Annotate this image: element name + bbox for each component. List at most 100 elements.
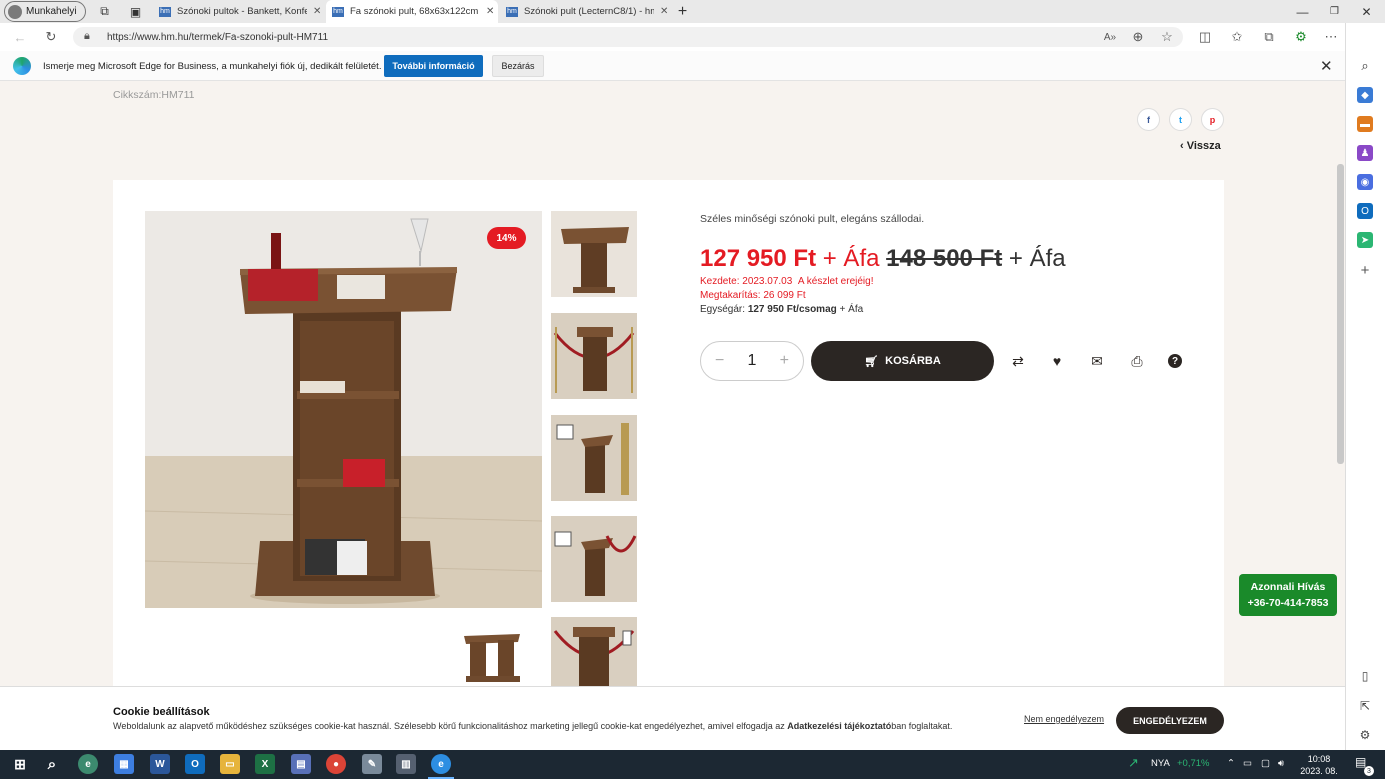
excel-icon[interactable]: X (255, 754, 275, 774)
privacy-policy-link[interactable]: Adatkezelési tájékoztató (787, 721, 891, 731)
deny-cookies-link[interactable]: Nem engedélyezem (1024, 714, 1104, 724)
print-icon[interactable]: ⎙ (1128, 352, 1146, 370)
collections-icon[interactable]: ⧉ (1259, 27, 1279, 47)
heart-icon[interactable]: ♥ (1048, 352, 1066, 370)
tray-expand-icon[interactable]: ⌃ (1227, 758, 1235, 769)
compare-icon[interactable]: ⇄ (1009, 352, 1027, 370)
call-now-box[interactable]: Azonnali Hívás +36-70-414-7853 (1239, 574, 1337, 616)
outlook-icon[interactable]: O (1357, 203, 1373, 219)
zoom-icon[interactable]: ⊕ (1128, 27, 1148, 47)
split-screen-icon[interactable]: ◫ (1195, 27, 1215, 47)
current-price: 127 950 Ft (700, 245, 817, 272)
back-icon[interactable]: ← (10, 27, 30, 47)
add-sidebar-app-icon[interactable]: + (1357, 262, 1373, 279)
thumbnail-2[interactable] (551, 313, 637, 399)
help-icon[interactable]: ? (1168, 354, 1182, 368)
quantity-value[interactable]: 1 (748, 352, 757, 370)
refresh-icon[interactable]: ↻ (41, 27, 61, 47)
more-info-button[interactable]: További információ (384, 55, 483, 77)
close-tab-icon[interactable]: ✕ (486, 6, 498, 17)
close-infobar-icon[interactable]: ✕ (1320, 57, 1333, 75)
pinterest-icon[interactable]: p (1201, 108, 1224, 131)
dismiss-button[interactable]: Bezárás (492, 55, 544, 77)
search-icon[interactable]: ⌕ (1357, 58, 1373, 74)
display-icon[interactable]: ▢ (1261, 758, 1270, 769)
back-link[interactable]: ‹ Vissza (1180, 140, 1221, 152)
facebook-icon[interactable]: f (1137, 108, 1160, 131)
accept-cookies-button[interactable]: ENGEDÉLYEZEM (1116, 707, 1224, 734)
shopping-icon[interactable]: ◆ (1357, 87, 1373, 103)
old-price: 148 500 Ft (886, 245, 1003, 272)
games-icon[interactable]: ♟ (1357, 145, 1373, 161)
office-icon[interactable]: ◉ (1357, 174, 1373, 190)
remote-app-icon[interactable]: ▤ (291, 754, 311, 774)
cookie-text-a: Weboldalunk az alapvető működéshez szüks… (113, 721, 788, 731)
word-icon[interactable]: W (150, 754, 170, 774)
thumbnail-3[interactable] (551, 415, 637, 501)
edge-app-icon[interactable]: e (78, 754, 98, 774)
volume-icon[interactable]: 🔊︎ (1278, 758, 1284, 769)
outlook-app-icon[interactable]: O (185, 754, 205, 774)
file-explorer-icon[interactable]: ▭ (220, 754, 240, 774)
promo-start-date: Kezdete: 2023.07.03 (700, 276, 793, 287)
tab-2[interactable]: hm Szónoki pult (LecternC8/1) - hm.hu ✕ (500, 0, 672, 23)
windows-start-icon[interactable]: ⊞ (10, 754, 30, 774)
tools-icon[interactable]: ▬ (1357, 116, 1373, 132)
email-icon[interactable]: ✉ (1088, 352, 1106, 370)
cookie-text-b: ban foglaltakat. (891, 721, 953, 731)
more-menu-icon[interactable]: ⋯ (1321, 27, 1341, 47)
favorite-star-icon[interactable]: ☆ (1157, 27, 1177, 47)
call-phone[interactable]: +36-70-414-7853 (1239, 595, 1337, 611)
tab-1[interactable]: hm Fa szónoki pult, 68x63x122cm (HM ✕ (326, 0, 498, 23)
promo-dates: Kezdete: 2023.07.03 A készlet erejéig! (700, 276, 873, 287)
profile-button[interactable]: Munkahelyi (4, 1, 86, 22)
close-tab-icon[interactable]: ✕ (313, 6, 325, 17)
store-icon[interactable]: ▦ (114, 754, 134, 774)
close-tab-icon[interactable]: ✕ (660, 6, 672, 17)
workspaces-icon[interactable]: ⧉ (96, 3, 113, 20)
minus-icon[interactable]: − (715, 352, 724, 370)
avatar (8, 4, 22, 19)
quantity-stepper[interactable]: − 1 + (700, 341, 804, 381)
new-tab-button[interactable]: + (674, 3, 691, 20)
twitter-icon[interactable]: t (1169, 108, 1192, 131)
external-link-icon[interactable]: ⇱ (1357, 698, 1373, 714)
product-main-image[interactable] (145, 211, 542, 608)
page-scrollbar[interactable] (1337, 164, 1344, 464)
tab-0[interactable]: hm Szónoki pultok - Bankett, Konfere ✕ (153, 0, 325, 23)
close-window-icon[interactable]: ✕ (1358, 3, 1375, 20)
url-text: https://www.hm.hu/termek/Fa-szonoki-pult… (107, 31, 329, 43)
drop-icon[interactable]: ➤ (1357, 232, 1373, 248)
thumbnail-6[interactable] (462, 632, 524, 684)
favorites-icon[interactable]: ✩ (1227, 27, 1247, 47)
url-field[interactable]: https://www.hm.hu/termek/Fa-szonoki-pult… (73, 27, 1183, 47)
utility-app-icon[interactable]: ✎ (362, 754, 382, 774)
thumbnail-1[interactable] (551, 211, 637, 297)
restore-icon[interactable]: ❐ (1326, 3, 1343, 20)
network-icon[interactable]: ▭ (1243, 758, 1252, 769)
infobar-text: Ismerje meg Microsoft Edge for Business,… (43, 61, 382, 72)
clock[interactable]: 10:08 2023. 08. 29. (1297, 753, 1341, 779)
lock-icon[interactable]: 🔒︎ (84, 30, 90, 43)
tab-actions-icon[interactable]: ▣ (127, 3, 144, 20)
edge-sidebar (1345, 23, 1385, 750)
minimize-icon[interactable]: — (1294, 3, 1311, 20)
thumbnail-4[interactable] (551, 516, 637, 602)
thumbnail-5[interactable] (551, 617, 637, 687)
sidebar-panel-icon[interactable]: ▯ (1357, 668, 1373, 684)
extension-icon[interactable]: ⚙ (1291, 27, 1311, 47)
chrome-icon[interactable]: ● (326, 754, 346, 774)
stock-ticker[interactable]: NYA (1151, 758, 1170, 769)
cookie-title: Cookie beállítások (113, 706, 210, 718)
settings-gear-icon[interactable]: ⚙ (1357, 727, 1373, 743)
tab-title: Szónoki pult (LecternC8/1) - hm.hu (524, 6, 654, 17)
plus-icon[interactable]: + (780, 352, 789, 370)
calculator-icon[interactable]: ▥ (396, 754, 416, 774)
add-to-cart-button[interactable]: 🛒︎ KOSÁRBA (811, 341, 994, 381)
site-favicon-icon: hm (159, 6, 171, 17)
read-aloud-icon[interactable]: A» (1100, 27, 1120, 47)
edge-active-icon[interactable]: e (431, 754, 451, 774)
cart-icon: 🛒︎ (864, 355, 879, 368)
search-icon[interactable]: ⌕ (42, 754, 62, 774)
site-favicon-icon: hm (332, 6, 344, 17)
